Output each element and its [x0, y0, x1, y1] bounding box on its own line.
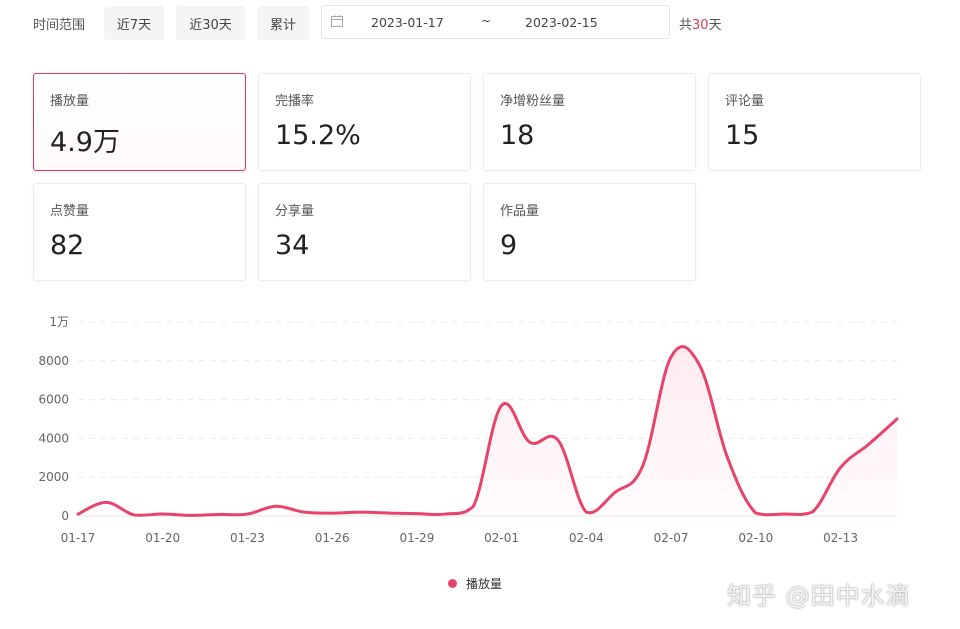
- chart-legend[interactable]: 播放量: [448, 575, 502, 592]
- x-tick-label: 02-10: [738, 531, 773, 545]
- metric-label: 分享量: [275, 204, 315, 219]
- metric-value: 15: [725, 120, 760, 151]
- data-point: [641, 464, 645, 468]
- data-point: [415, 512, 419, 516]
- metric-value: 18: [500, 120, 535, 151]
- data-point: [358, 510, 362, 514]
- data-point: [274, 504, 278, 508]
- legend-marker: [448, 579, 457, 588]
- data-point: [528, 440, 532, 444]
- y-tick-label: 1万: [49, 315, 69, 329]
- metric-card-comments[interactable]: 评论量 15: [708, 73, 921, 171]
- y-tick-label: 4000: [38, 431, 69, 445]
- data-point: [584, 510, 588, 514]
- plays-trend-chart: 0 2000 4000 6000 8000 1万 01-17 01-20 01-23 01-26 0…: [38, 315, 899, 545]
- y-tick-label: 0: [61, 509, 69, 523]
- time-range-label: 时间范围: [33, 18, 86, 33]
- data-point: [613, 491, 617, 495]
- metric-card-completion-rate[interactable]: 完播率 15.2%: [258, 73, 471, 171]
- last-30-days-button[interactable]: 近30天: [176, 6, 245, 40]
- legend-label: 播放量: [466, 577, 503, 591]
- data-point: [132, 513, 136, 517]
- x-tick-label: 02-01: [484, 531, 519, 545]
- data-point: [302, 510, 306, 514]
- date-separator: ~: [481, 14, 492, 28]
- watermark: 知乎 @田中水滴: [727, 582, 911, 610]
- metric-label: 净增粉丝量: [500, 94, 566, 109]
- data-point: [330, 511, 334, 515]
- x-tick-label: 01-26: [315, 531, 350, 545]
- series-area: [78, 346, 897, 516]
- total-days-number: 30: [692, 18, 709, 33]
- metric-value: 34: [275, 230, 310, 261]
- metric-card-plays[interactable]: 播放量 4.9万: [33, 73, 246, 171]
- data-point: [556, 438, 560, 442]
- data-point: [471, 504, 475, 508]
- data-point: [500, 403, 504, 407]
- metric-value: 4.9万: [50, 127, 120, 158]
- data-point: [443, 512, 447, 516]
- metric-value: 15.2%: [275, 120, 361, 151]
- x-tick-label: 02-13: [823, 531, 858, 545]
- start-date[interactable]: 2023-01-17: [371, 15, 444, 30]
- calendar-icon: [331, 15, 343, 27]
- total-days: 共30天: [679, 18, 722, 33]
- data-point: [189, 513, 193, 517]
- metric-card-shares[interactable]: 分享量 34: [258, 183, 471, 281]
- data-point: [810, 510, 814, 514]
- metric-card-net-followers[interactable]: 净增粉丝量 18: [483, 73, 696, 171]
- last-7-days-button[interactable]: 近7天: [104, 6, 164, 40]
- x-tick-label: 01-20: [145, 531, 180, 545]
- data-point: [726, 456, 730, 460]
- data-point: [76, 512, 80, 516]
- data-point: [754, 511, 758, 515]
- end-date[interactable]: 2023-02-15: [525, 15, 598, 30]
- metric-label: 评论量: [725, 94, 765, 109]
- metric-label: 播放量: [50, 94, 90, 109]
- data-point: [867, 442, 871, 446]
- metric-card-likes[interactable]: 点赞量 82: [33, 183, 246, 281]
- cumulative-button[interactable]: 累计: [257, 6, 309, 40]
- y-tick-label: 8000: [38, 354, 69, 368]
- data-point: [104, 500, 108, 504]
- metric-label: 点赞量: [50, 204, 90, 219]
- y-tick-label: 6000: [38, 393, 69, 407]
- metric-value: 82: [50, 230, 85, 261]
- data-point: [782, 512, 786, 516]
- data-point: [839, 466, 843, 470]
- data-point: [245, 512, 249, 516]
- data-point: [697, 363, 701, 367]
- x-tick-label: 02-07: [654, 531, 689, 545]
- metric-card-works[interactable]: 作品量 9: [483, 183, 696, 281]
- time-range-filter: 时间范围 近7天 近30天 累计 2023-01-17 ~ 2023-02-15…: [0, 5, 960, 41]
- data-point: [669, 355, 673, 359]
- data-point: [217, 512, 221, 516]
- metric-label: 完播率: [275, 94, 315, 109]
- x-tick-label: 01-29: [399, 531, 434, 545]
- data-point: [161, 512, 165, 516]
- metric-value: 9: [500, 230, 518, 261]
- y-tick-label: 2000: [38, 470, 69, 484]
- x-tick-label: 02-04: [569, 531, 604, 545]
- data-point: [895, 417, 899, 421]
- data-point: [387, 511, 391, 515]
- metric-label: 作品量: [500, 204, 540, 219]
- x-tick-label: 01-17: [61, 531, 96, 545]
- date-range-picker[interactable]: 2023-01-17 ~ 2023-02-15: [321, 5, 670, 39]
- x-tick-label: 01-23: [230, 531, 265, 545]
